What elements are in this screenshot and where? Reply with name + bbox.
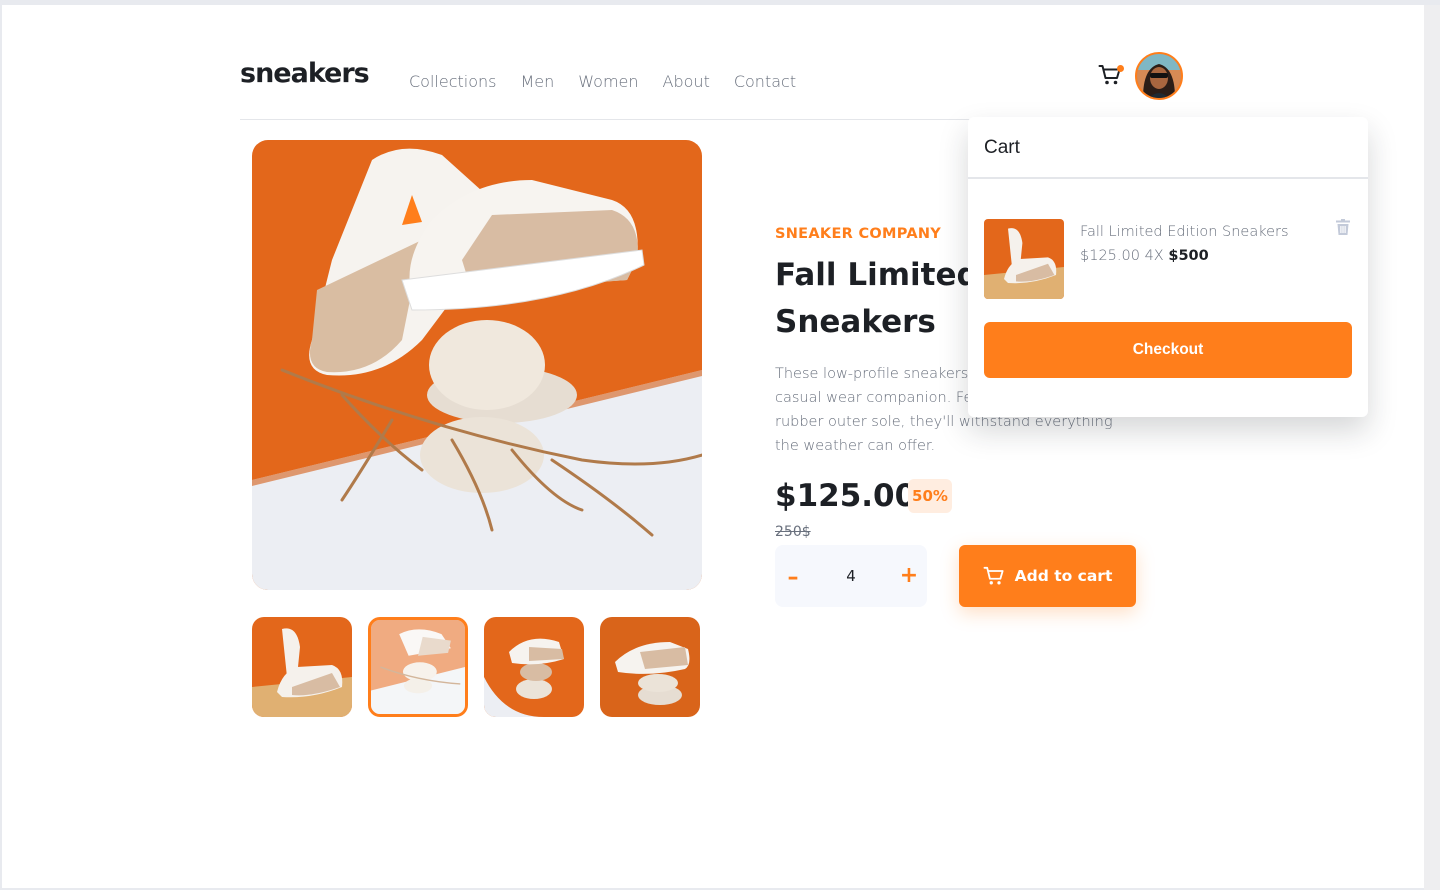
checkout-button[interactable]: Checkout <box>984 322 1352 378</box>
cart-icon <box>983 566 1004 585</box>
avatar-image <box>1137 54 1181 98</box>
quantity-stepper: – + <box>775 545 927 607</box>
discount-badge: 50% <box>908 479 952 513</box>
cart-item-total: $500 <box>1168 248 1209 264</box>
nav-contact[interactable]: Contact <box>734 72 796 91</box>
cart-dropdown: Cart Fall Limited Edition Sneakers $125.… <box>968 117 1368 417</box>
thumbnail-4[interactable] <box>600 617 700 717</box>
nav-about[interactable]: About <box>663 72 710 91</box>
site-logo[interactable]: sneakers <box>240 58 370 89</box>
window-edge <box>1424 5 1440 890</box>
cart-item-price-line: $125.00 4X $500 <box>1080 248 1209 264</box>
cart-badge-dot <box>1117 65 1124 72</box>
thumbnail-2[interactable] <box>368 617 468 717</box>
main-nav: Collections Men Women About Contact <box>409 72 796 91</box>
add-to-cart-label: Add to cart <box>1014 567 1113 585</box>
cart-item-unit-price: $125.00 <box>1080 248 1140 264</box>
quantity-decrease-button[interactable]: – <box>775 545 811 607</box>
quantity-input[interactable] <box>815 545 887 607</box>
trash-icon <box>1336 219 1350 235</box>
cart-item-name: Fall Limited Edition Sneakers <box>1080 224 1289 240</box>
original-price: 250$ <box>775 524 811 540</box>
thumbnail-1[interactable] <box>252 617 352 717</box>
cart-button[interactable] <box>1098 63 1124 89</box>
product-main-image[interactable] <box>252 140 702 590</box>
user-avatar[interactable] <box>1135 52 1183 100</box>
nav-men[interactable]: Men <box>520 72 554 91</box>
cart-item-delete-button[interactable] <box>1336 219 1352 237</box>
cart-title: Cart <box>984 137 1020 158</box>
nav-collections[interactable]: Collections <box>409 72 496 91</box>
product-company: SNEAKER COMPANY <box>775 226 942 242</box>
cart-divider <box>968 177 1368 179</box>
thumbnail-3[interactable] <box>484 617 584 717</box>
quantity-increase-button[interactable]: + <box>891 545 927 607</box>
nav-women[interactable]: Women <box>578 72 638 91</box>
product-price: $125.00 <box>775 478 917 514</box>
thumbnail-list <box>252 617 700 717</box>
cart-item-qty: 4X <box>1144 248 1164 264</box>
add-to-cart-button[interactable]: Add to cart <box>959 545 1136 607</box>
cart-item-thumbnail <box>984 219 1064 299</box>
